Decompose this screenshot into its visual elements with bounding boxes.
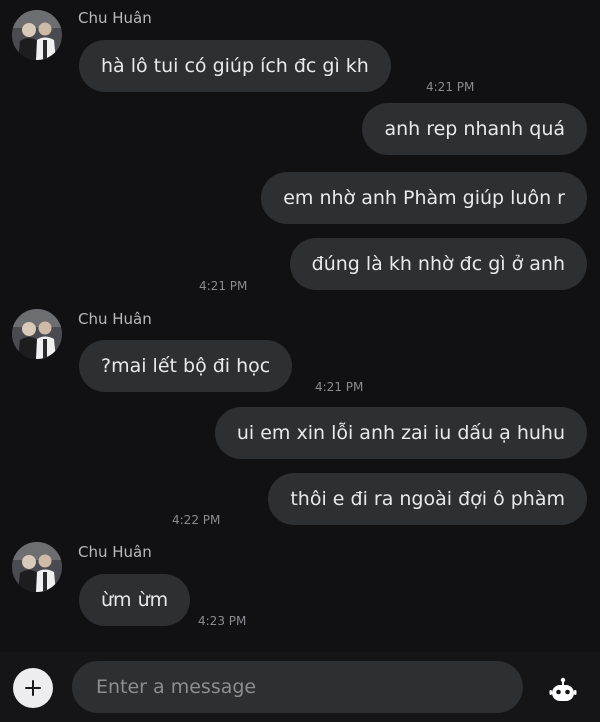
sender-name: Chu Huân [78, 543, 152, 561]
message-timestamp: 4:21 PM [199, 279, 248, 293]
message-bubble-outgoing[interactable]: đúng là kh nhờ đc gì ở anh [289, 238, 587, 290]
bot-button[interactable] [543, 670, 583, 710]
avatar-photo-icon [12, 309, 62, 359]
message-bubble-outgoing[interactable]: thôi e đi ra ngoài đợi ô phàm [268, 473, 587, 525]
chat-screen: Chu Huân hà lô tui có giúp ích đc gì kh … [0, 0, 600, 722]
message-timestamp: 4:21 PM [426, 80, 475, 94]
message-input[interactable] [72, 661, 523, 713]
plus-icon [25, 680, 41, 696]
avatar[interactable] [12, 309, 62, 359]
message-bubble-outgoing[interactable]: em nhờ anh Phàm giúp luôn r [261, 172, 587, 224]
avatar[interactable] [12, 542, 62, 592]
message-timestamp: 4:23 PM [198, 614, 247, 628]
message-timestamp: 4:22 PM [172, 513, 221, 527]
message-bubble-incoming[interactable]: ừm ừm [79, 574, 191, 626]
avatar[interactable] [12, 10, 62, 60]
message-bubble-outgoing[interactable]: anh rep nhanh quá [362, 103, 587, 155]
message-bubble-incoming[interactable]: ?mai lết bộ đi học [79, 340, 293, 392]
message-bubble-outgoing[interactable]: ui em xin lỗi anh zai iu dấu ạ huhu [214, 407, 587, 459]
message-timestamp: 4:21 PM [315, 380, 364, 394]
sender-name: Chu Huân [78, 9, 152, 27]
sender-name: Chu Huân [78, 310, 152, 328]
message-bubble-incoming[interactable]: hà lô tui có giúp ích đc gì kh [79, 40, 391, 92]
add-attachment-button[interactable] [13, 668, 53, 708]
avatar-photo-icon [12, 10, 62, 60]
bot-icon [549, 677, 577, 701]
message-composer [0, 652, 600, 722]
avatar-photo-icon [12, 542, 62, 592]
